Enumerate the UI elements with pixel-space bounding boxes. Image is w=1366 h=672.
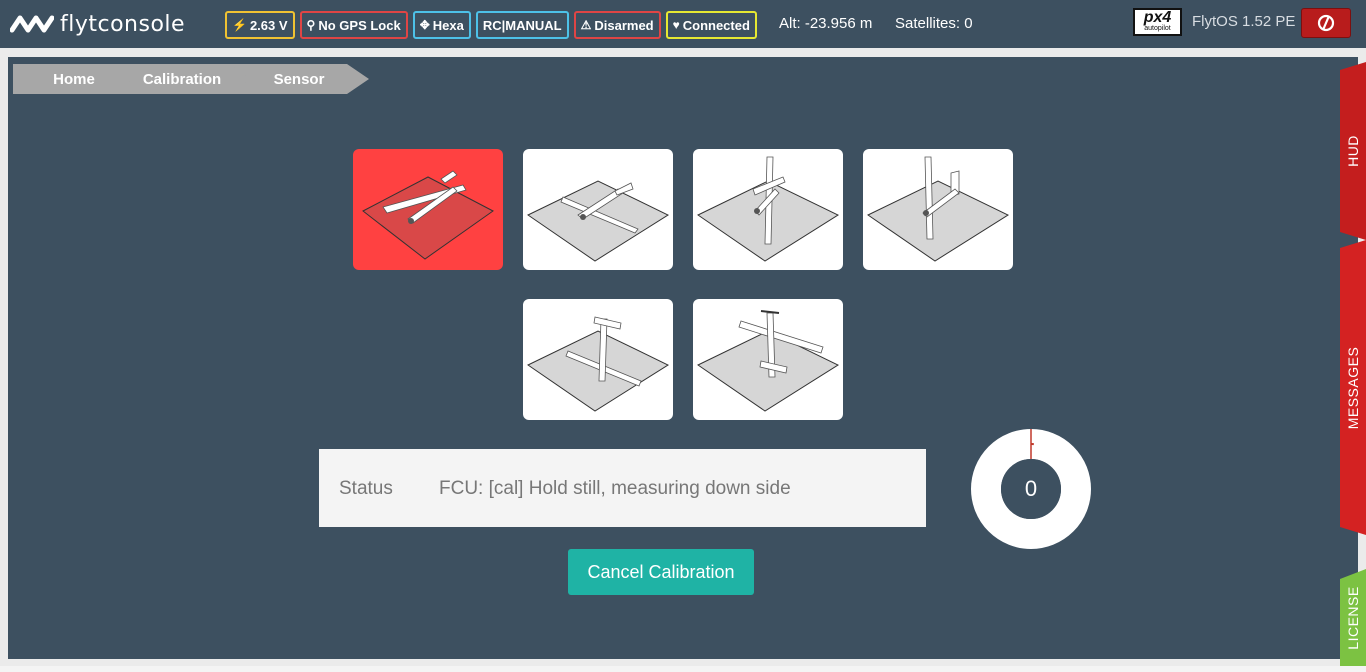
satellites-readout: Satellites: 0 xyxy=(895,15,973,32)
status-box: Status FCU: [cal] Hold still, measuring … xyxy=(319,449,926,527)
footer-strip xyxy=(0,666,1366,672)
orientation-nose-up-tile[interactable] xyxy=(863,149,1013,270)
orientation-right-side-tile[interactable] xyxy=(523,299,673,420)
gps-label: No GPS Lock xyxy=(318,17,401,33)
app-logo[interactable]: flytconsole xyxy=(10,10,185,38)
airplane-left-side-icon xyxy=(527,180,670,262)
frame-badge[interactable]: ✥ Hexa xyxy=(412,11,471,39)
status-message: FCU: [cal] Hold still, measuring down si… xyxy=(439,478,791,499)
flytos-version: FlytOS 1.52 PE xyxy=(1192,13,1296,30)
rc-mode-badge[interactable]: RC|MANUAL xyxy=(475,11,569,39)
airplane-upside-down-icon xyxy=(697,310,840,412)
power-icon xyxy=(1317,14,1335,32)
heart-icon: ♥ xyxy=(672,18,680,32)
rc-mode-label: RC|MANUAL xyxy=(482,17,562,33)
px4-logo-subtext: autopilot xyxy=(1144,25,1171,32)
tab-messages[interactable]: MESSAGES xyxy=(1340,240,1366,535)
power-button[interactable] xyxy=(1301,8,1351,38)
tab-hud-label: HUD xyxy=(1345,135,1361,167)
cancel-calibration-button[interactable]: Cancel Calibration xyxy=(568,549,754,595)
progress-value: 0 xyxy=(1024,476,1038,501)
breadcrumb-sensor-label: Sensor xyxy=(273,70,325,88)
app-brand: flytconsole xyxy=(60,11,186,37)
px4-logo-text: px4 xyxy=(1143,9,1172,26)
calibration-panel: Home Calibration Sensor Status FCU: [cal… xyxy=(8,57,1358,659)
arm-label: Disarmed xyxy=(594,17,654,33)
airplane-nose-down-icon xyxy=(697,156,840,262)
tab-messages-label: MESSAGES xyxy=(1345,346,1361,429)
battery-badge[interactable]: ⚡ 2.63 V xyxy=(225,11,295,39)
map-marker-icon: ⚲ xyxy=(306,18,316,32)
connection-label: Connected xyxy=(682,17,750,33)
airplane-level-icon xyxy=(362,170,494,260)
connection-badge[interactable]: ♥ Connected xyxy=(665,11,757,39)
warning-icon: ⚠ xyxy=(580,18,592,32)
orientation-upside-down-tile[interactable] xyxy=(693,299,843,420)
top-bar: flytconsole ⚡ 2.63 V ⚲ No GPS Lock ✥ Hex… xyxy=(0,0,1366,48)
arm-badge[interactable]: ⚠ Disarmed xyxy=(573,11,661,39)
gps-badge[interactable]: ⚲ No GPS Lock xyxy=(299,11,408,39)
breadcrumb-home-label: Home xyxy=(53,70,95,88)
logo-wave-icon xyxy=(10,15,54,33)
frame-label: Hexa xyxy=(432,17,464,33)
bolt-icon: ⚡ xyxy=(232,18,247,32)
status-label: Status xyxy=(339,478,393,499)
breadcrumb-calibration-label: Calibration xyxy=(142,70,222,88)
orientation-nose-down-tile[interactable] xyxy=(693,149,843,270)
status-badges: ⚡ 2.63 V ⚲ No GPS Lock ✥ Hexa RC|MANUAL … xyxy=(225,11,757,39)
airplane-nose-up-icon xyxy=(867,156,1010,262)
arrows-move-icon: ✥ xyxy=(419,18,430,32)
battery-label: 2.63 V xyxy=(249,17,288,33)
breadcrumb-home[interactable]: Home xyxy=(13,64,135,94)
orientation-level-tile[interactable] xyxy=(353,149,503,270)
altitude-readout: Alt: -23.956 m xyxy=(779,15,873,32)
tab-hud[interactable]: HUD xyxy=(1340,62,1366,240)
tab-license[interactable]: LICENSE xyxy=(1340,569,1366,666)
airplane-right-side-icon xyxy=(527,316,670,412)
tab-license-label: LICENSE xyxy=(1345,585,1361,650)
orientation-left-side-tile[interactable] xyxy=(523,149,673,270)
px4-logo: px4 autopilot xyxy=(1133,8,1182,36)
